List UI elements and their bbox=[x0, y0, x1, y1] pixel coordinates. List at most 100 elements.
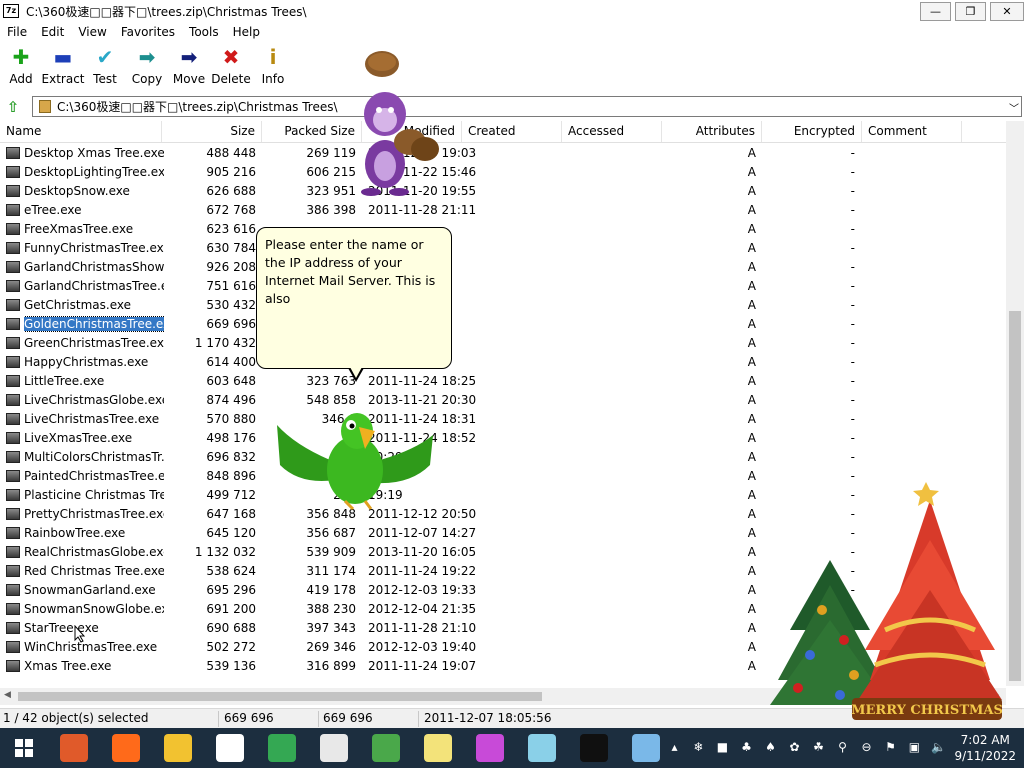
file-size: 630 784 bbox=[206, 241, 256, 255]
7zip-icon[interactable] bbox=[308, 728, 360, 768]
chrome-icon[interactable] bbox=[256, 728, 308, 768]
file-attributes: A bbox=[747, 640, 756, 654]
title-bar[interactable]: 7z C:\360极速□□器下□\trees.zip\Christmas Tre… bbox=[0, 0, 1024, 22]
menu-favorites[interactable]: Favorites bbox=[114, 25, 182, 39]
3d-shape-icon[interactable] bbox=[464, 728, 516, 768]
file-name: PaintedChristmasTree.exe bbox=[24, 469, 164, 483]
info-button[interactable]: i Info bbox=[252, 44, 294, 90]
menu-help[interactable]: Help bbox=[226, 25, 267, 39]
file-row[interactable]: LiveChristmasTree.exe 570 880 346 6 2011-11… bbox=[0, 410, 1006, 429]
file-encrypted: - bbox=[850, 184, 855, 198]
toolbar-label: Extract bbox=[41, 72, 85, 86]
file-row[interactable]: HappyChristmas.exe 614 400 A - bbox=[0, 353, 1006, 372]
menu-file[interactable]: File bbox=[0, 25, 34, 39]
file-size: 539 136 bbox=[206, 659, 256, 673]
test-button[interactable]: ✔ Test bbox=[84, 44, 126, 90]
start-button[interactable] bbox=[0, 728, 48, 768]
menu-view[interactable]: View bbox=[71, 25, 113, 39]
extract-button[interactable]: ▬ Extract bbox=[41, 44, 85, 90]
file-packed-size: 419 178 bbox=[306, 583, 356, 597]
purple-monkey-mascot[interactable] bbox=[355, 46, 445, 196]
notepad-icon[interactable] bbox=[516, 728, 568, 768]
menu-edit[interactable]: Edit bbox=[34, 25, 71, 39]
column-accessed[interactable]: Accessed bbox=[562, 121, 662, 142]
folder-up-icon[interactable]: ⇧ bbox=[2, 96, 24, 118]
column-encrypted[interactable]: Encrypted bbox=[762, 121, 862, 142]
column-name[interactable]: Name bbox=[0, 121, 162, 142]
exe-file-icon bbox=[6, 356, 20, 368]
file-row[interactable]: LittleTree.exe 603 648 323 763 2011-11-24 1… bbox=[0, 372, 1006, 391]
menu-tools[interactable]: Tools bbox=[182, 25, 226, 39]
close-button[interactable]: ✕ bbox=[990, 2, 1024, 21]
file-packed-size: 356 687 bbox=[306, 526, 356, 540]
file-attributes: A bbox=[747, 431, 756, 445]
volume-icon[interactable]: 🔈 bbox=[929, 740, 947, 756]
browser-360-icon[interactable] bbox=[48, 728, 100, 768]
file-attributes: A bbox=[747, 507, 756, 521]
maximize-button[interactable]: ❐ bbox=[955, 2, 986, 21]
tray-app-icon[interactable]: ☘ bbox=[809, 740, 827, 756]
file-size: 614 400 bbox=[206, 355, 256, 369]
speech-bubble[interactable]: Please enter the name or the IP address … bbox=[256, 227, 452, 369]
column-packed-size[interactable]: Packed Size bbox=[262, 121, 362, 142]
tray-app-icon[interactable]: ✿ bbox=[785, 740, 803, 756]
minus-circle-icon[interactable]: ⊖ bbox=[857, 740, 875, 756]
column-header: Name Size Packed Size Modified Created A… bbox=[0, 121, 1006, 143]
file-row[interactable]: FreeXmasTree.exe 623 616 A - bbox=[0, 220, 1006, 239]
firefox-icon[interactable] bbox=[100, 728, 152, 768]
file-row[interactable]: DesktopSnow.exe 626 688 323 951 2011-11-20 … bbox=[0, 182, 1006, 201]
snowflake-icon[interactable]: ❄ bbox=[689, 740, 707, 756]
exe-file-icon bbox=[6, 527, 20, 539]
green-parrot-mascot[interactable] bbox=[275, 405, 435, 510]
tray-overflow-icon[interactable]: ▴ bbox=[665, 740, 683, 756]
system-tray: ▴ ❄ ■ ♣ ♠ ✿ ☘ ⚲ ⊖ ⚑ ▣ 🔈 7:02 AM 9/11/202… bbox=[662, 728, 1024, 768]
move-button[interactable]: ➡ Move bbox=[168, 44, 210, 90]
file-modified: 2012-12-03 19:40 bbox=[368, 640, 477, 654]
window-title: C:\360极速□□器下□\trees.zip\Christmas Trees\ bbox=[26, 4, 307, 19]
file-row[interactable]: FunnyChristmasTree.exe 630 784 A - bbox=[0, 239, 1006, 258]
speech-bubble-text: Please enter the name or the IP address … bbox=[265, 237, 436, 306]
exe-file-icon bbox=[6, 375, 20, 387]
green-app-icon[interactable] bbox=[360, 728, 412, 768]
file-packed-size: 397 343 bbox=[306, 621, 356, 635]
minimize-button[interactable]: — bbox=[920, 2, 951, 21]
add-button[interactable]: ✚ Add bbox=[0, 44, 42, 90]
file-row[interactable]: DesktopLightingTree.exe 905 216 606 215 201… bbox=[0, 163, 1006, 182]
yandex-icon[interactable] bbox=[204, 728, 256, 768]
square-icon[interactable]: ■ bbox=[713, 740, 731, 756]
tray-app-icon[interactable]: ♣ bbox=[737, 740, 755, 756]
tray-app-icon[interactable]: ♠ bbox=[761, 740, 779, 756]
file-row[interactable]: eTree.exe 672 768 386 398 2011-11-28 21:11 A… bbox=[0, 201, 1006, 220]
file-modified: 2012-12-03 19:33 bbox=[368, 583, 477, 597]
file-row[interactable]: LiveXmasTree.exe 498 176 2011-11-24 18:52 A… bbox=[0, 429, 1006, 448]
file-row[interactable]: MultiColorsChristmasTr... 696 832 20:29 A - bbox=[0, 448, 1006, 467]
chevron-down-icon[interactable]: ﹀ bbox=[1009, 100, 1019, 115]
column-size[interactable]: Size bbox=[162, 121, 262, 142]
column-created[interactable]: Created bbox=[462, 121, 562, 142]
horizontal-scroll-thumb[interactable] bbox=[18, 692, 542, 701]
exe-file-icon bbox=[6, 565, 20, 577]
cmd-icon[interactable] bbox=[568, 728, 620, 768]
file-row[interactable]: GarlandChristmasTree.e... 751 616 A - bbox=[0, 277, 1006, 296]
scroll-left-icon[interactable]: ◀ bbox=[4, 690, 11, 700]
file-row[interactable]: LiveChristmasGlobe.exe 874 496 548 858 2013… bbox=[0, 391, 1006, 410]
file-modified: 2011-12-07 14:27 bbox=[368, 526, 477, 540]
file-row[interactable]: Desktop Xmas Tree.exe488 448269 1192012-… bbox=[0, 144, 1006, 163]
file-row[interactable]: GetChristmas.exe 530 432 A - bbox=[0, 296, 1006, 315]
network-icon[interactable]: ▣ bbox=[905, 740, 923, 756]
file-row[interactable]: GarlandChristmasShow.... 926 208 A - bbox=[0, 258, 1006, 277]
search-icon[interactable]: ⚲ bbox=[833, 740, 851, 756]
status-size: 669 696 bbox=[224, 711, 274, 725]
address-field[interactable]: C:\360极速□□器下□\trees.zip\Christmas Trees\… bbox=[32, 96, 1022, 117]
column-comment[interactable]: Comment bbox=[862, 121, 962, 142]
sticky-notes-icon[interactable] bbox=[412, 728, 464, 768]
file-row[interactable]: GreenChristmasTree.exe 1 170 432 A - bbox=[0, 334, 1006, 353]
file-row[interactable]: GoldenChristmasTree.exe 669 696 A - bbox=[0, 315, 1006, 334]
file-name: RainbowTree.exe bbox=[24, 526, 126, 540]
column-attributes[interactable]: Attributes bbox=[662, 121, 762, 142]
delete-button[interactable]: ✖ Delete bbox=[210, 44, 252, 90]
flag-icon[interactable]: ⚑ bbox=[881, 740, 899, 756]
file-explorer-icon[interactable] bbox=[152, 728, 204, 768]
clock[interactable]: 7:02 AM 9/11/2022 bbox=[954, 732, 1016, 764]
copy-button[interactable]: ➡ Copy bbox=[126, 44, 168, 90]
